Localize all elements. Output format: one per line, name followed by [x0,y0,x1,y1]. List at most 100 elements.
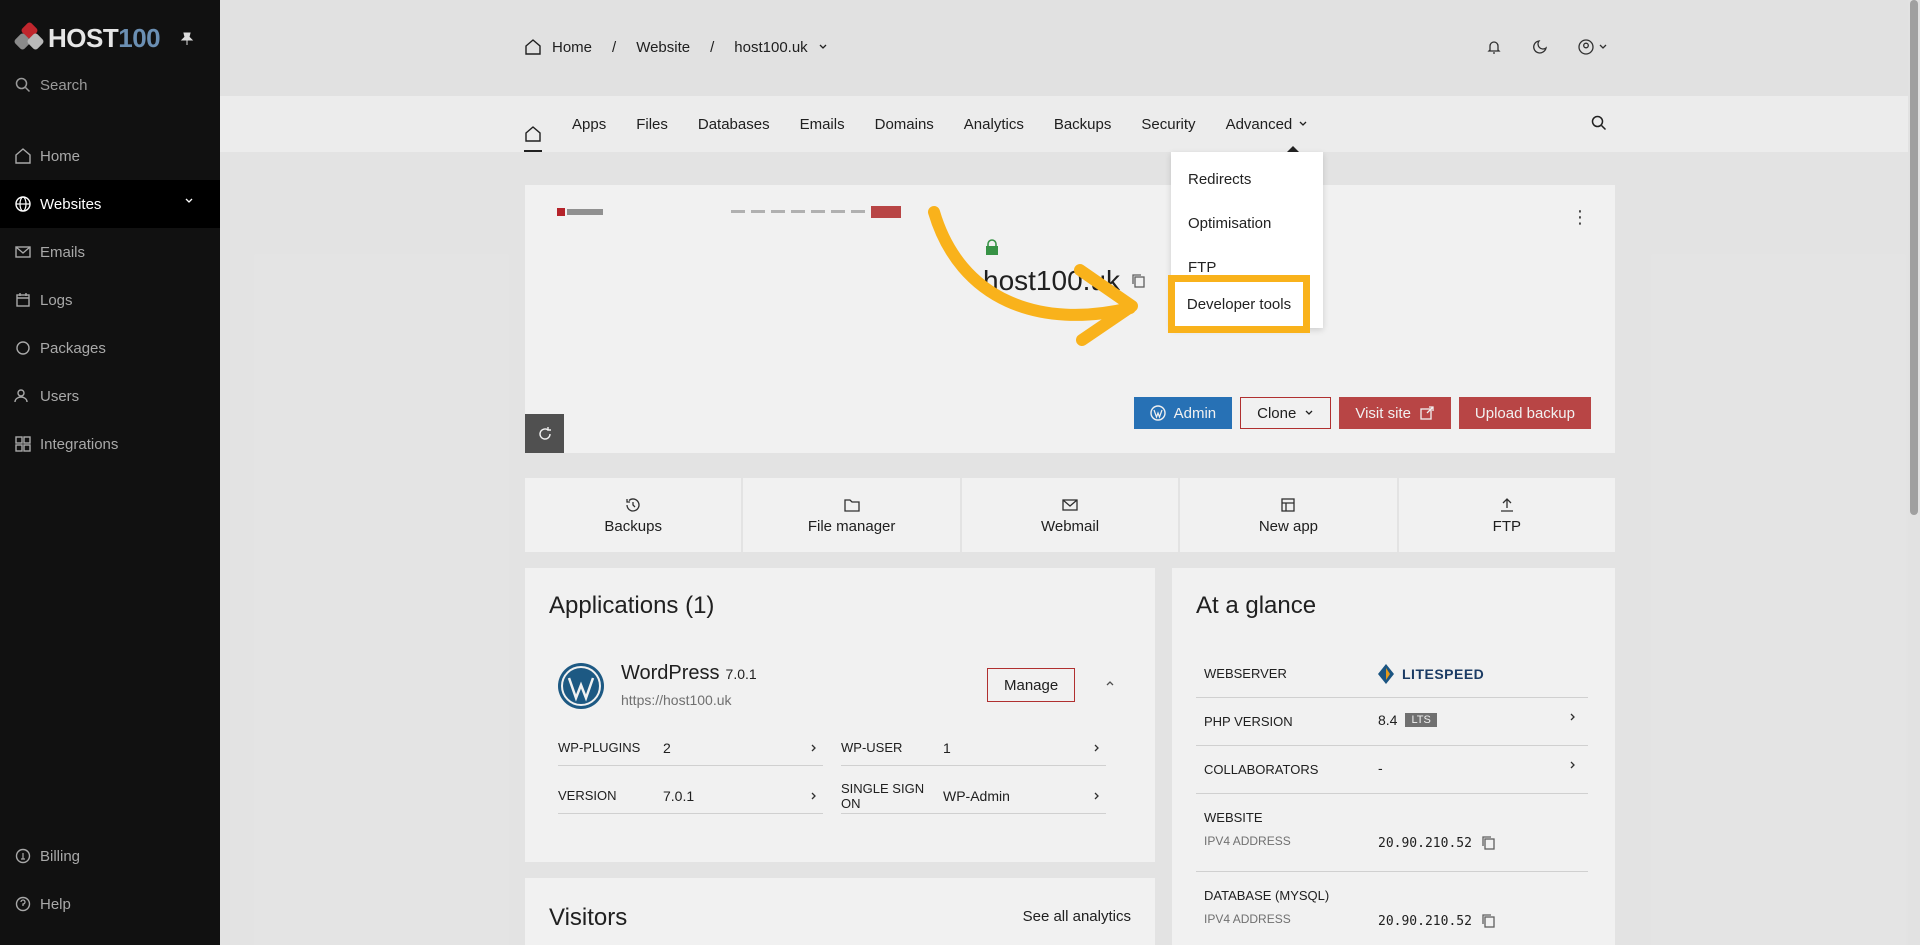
grid-icon [14,435,32,453]
quick-webmail-button[interactable]: Webmail [961,478,1179,552]
tab-analytics[interactable]: Analytics [964,116,1024,133]
app-detail-row[interactable]: WP-USER 1 [841,730,1106,766]
breadcrumb-site[interactable]: host100.uk [734,39,807,56]
menu-item-optimisation[interactable]: Optimisation [1171,201,1323,245]
sidebar-item-label: Emails [40,243,86,261]
quick-action-label: FTP [1492,517,1521,535]
moon-icon[interactable] [1531,38,1549,56]
sidebar-item-label: Packages [40,339,106,357]
sidebar-item-label: Logs [40,291,73,309]
sidebar-item-home[interactable]: Home [0,132,220,180]
home-icon[interactable] [524,38,542,56]
sidebar-item-websites[interactable]: Websites [0,180,220,228]
sidebar-item-label: Billing [40,847,81,865]
quick-new-app-button[interactable]: New app [1180,478,1397,552]
see-all-analytics-link[interactable]: See all analytics [1023,908,1131,925]
visitors-heading: Visitors [549,904,628,931]
tab-advanced[interactable]: Advanced [1226,116,1309,133]
sidebar-item-emails[interactable]: Emails [0,228,220,276]
logo[interactable]: HOST100 [13,21,161,54]
detail-value: 7.0.1 [663,787,695,804]
sidebar-item-users[interactable]: Users [0,372,220,420]
quick-backups-button[interactable]: Backups [525,478,742,552]
scrollbar-thumb[interactable] [1910,0,1918,515]
manage-button[interactable]: Manage [987,668,1076,702]
bell-icon[interactable] [1485,38,1503,56]
quick-ftp-button[interactable]: FTP [1398,478,1616,552]
database-ip: 20.90.210.52 [1378,913,1472,929]
breadcrumb-separator: / [710,38,715,56]
app-name-text: WordPress [621,662,720,684]
thumbnail-logo-icon [557,208,603,216]
quick-file-manager-button[interactable]: File manager [743,478,960,552]
tab-emails[interactable]: Emails [800,116,845,133]
sidebar-item-label: Help [40,895,71,913]
logo-cubes-icon [13,21,45,54]
page-scrollbar[interactable] [1908,0,1920,945]
glance-database-row: DATABASE (MYSQL) IPV4 ADDRESS 20.90.210.… [1196,872,1588,945]
sidebar-item-logs[interactable]: Logs [0,276,220,324]
copy-icon[interactable] [1480,834,1498,852]
copy-icon[interactable] [1480,912,1498,930]
glance-collaborators-row[interactable]: COLLABORATORS - [1196,746,1588,794]
glance-key: COLLABORATORS [1204,762,1319,777]
chevron-right-icon [809,791,823,801]
quick-actions: Backups File manager Webmail New app FTP [525,478,1616,552]
sidebar-search[interactable]: Search [14,76,88,94]
visit-site-button-label: Visit site [1355,404,1411,422]
tab-bar: Apps Files Databases Emails Domains Anal… [220,96,1920,152]
tab-apps[interactable]: Apps [572,116,606,133]
sidebar-item-integrations[interactable]: Integrations [0,420,220,468]
coin-icon [14,847,32,865]
chevron-right-icon [1568,712,1578,722]
tab-backups[interactable]: Backups [1054,116,1112,133]
refresh-icon [536,425,554,443]
menu-item-developer-tools[interactable]: Developer tools [1168,275,1310,333]
admin-button-label: Admin [1173,404,1217,422]
upload-backup-button[interactable]: Upload backup [1458,397,1591,429]
detail-key: WP-USER [841,740,903,755]
mail-icon [1061,496,1079,514]
applications-heading: Applications (1) [549,592,715,619]
app-url[interactable]: https://host100.uk [621,692,732,708]
tab-databases[interactable]: Databases [698,116,770,133]
menu-item-redirects[interactable]: Redirects [1171,157,1323,201]
breadcrumb-home[interactable]: Home [552,39,592,56]
search-icon[interactable] [1590,114,1608,132]
more-options-icon[interactable]: ⋮ [1571,207,1589,228]
sidebar-item-billing[interactable]: Billing [0,832,220,880]
chevron-down-icon [1598,42,1608,52]
app-detail-row[interactable]: SINGLE SIGN ON WP-Admin [841,778,1106,814]
at-a-glance-card: At a glance WEBSERVER LITESPEED PHP VERS… [1172,568,1615,945]
logo-text: HOST100 [48,22,161,53]
users-icon [14,387,32,405]
app-detail-row[interactable]: WP-PLUGINS 2 [558,730,823,766]
mail-icon [14,243,32,261]
tab-home[interactable] [524,96,542,152]
pin-icon[interactable] [180,32,194,46]
upload-icon [1498,496,1516,514]
quick-action-label: Backups [604,517,662,535]
tab-files[interactable]: Files [636,116,668,133]
home-icon [524,125,542,143]
clone-button-label: Clone [1257,404,1297,422]
clone-button[interactable]: Clone [1240,397,1332,429]
header-actions [1485,38,1608,56]
tab-domains[interactable]: Domains [875,116,934,133]
user-menu[interactable] [1577,38,1608,56]
breadcrumb: Home / Website / host100.uk [524,38,828,56]
tab-security[interactable]: Security [1141,116,1195,133]
refresh-thumbnail-button[interactable] [525,414,564,453]
breadcrumb-website[interactable]: Website [636,39,690,56]
glance-php-row[interactable]: PHP VERSION 8.4 LTS [1196,698,1588,746]
thumbnail-header [557,202,937,222]
visit-site-button[interactable]: Visit site [1339,397,1451,429]
admin-button[interactable]: Admin [1133,397,1233,429]
sidebar-item-packages[interactable]: Packages [0,324,220,372]
sidebar-item-label: Integrations [40,435,119,453]
detail-value: 1 [943,739,951,756]
app-detail-row[interactable]: VERSION 7.0.1 [558,778,823,814]
chevron-up-icon[interactable] [1105,678,1115,688]
sidebar-item-help[interactable]: Help [0,880,220,928]
chevron-down-icon[interactable] [818,42,828,52]
